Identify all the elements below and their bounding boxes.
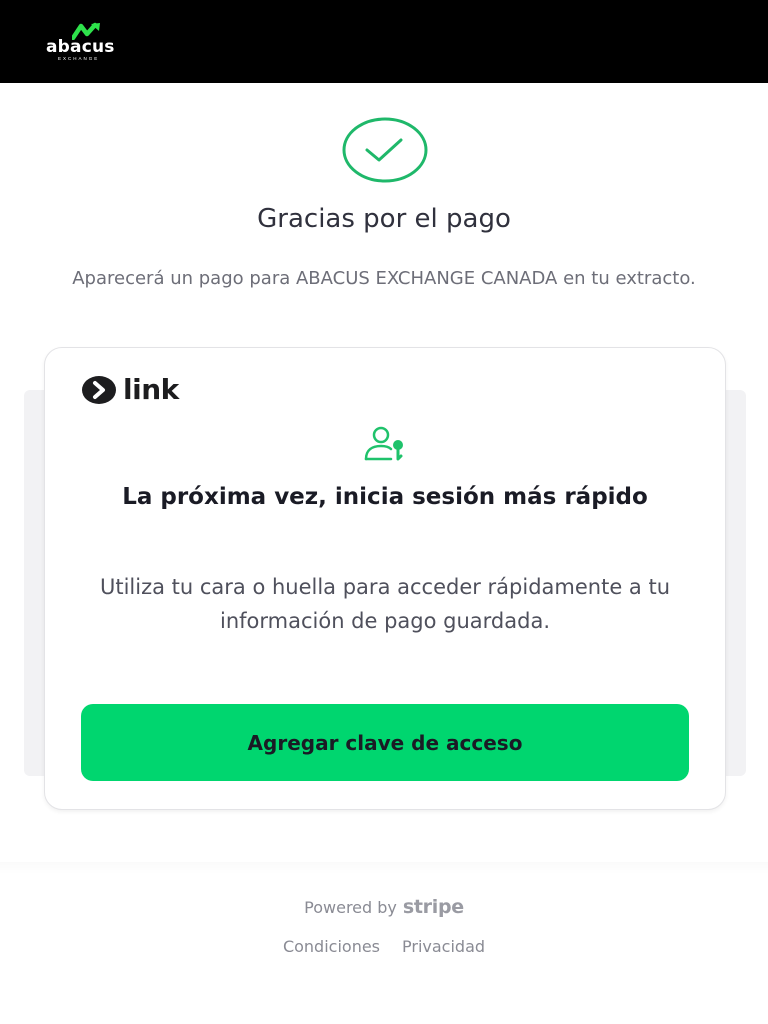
link-card-title: La próxima vez, inicia sesión más rápido — [122, 484, 648, 510]
link-chevron-icon — [82, 376, 116, 404]
footer-links: Condiciones Privacidad — [0, 937, 768, 956]
brand-logo[interactable]: abacus EXCHANGE — [44, 22, 134, 64]
page-title: Gracias por el pago — [257, 204, 511, 234]
link-card-description: Utiliza tu cara o huella para acceder rá… — [99, 575, 671, 633]
top-bar: abacus EXCHANGE — [0, 0, 768, 83]
add-passkey-button[interactable]: Agregar clave de acceso — [81, 704, 689, 781]
person-key-icon — [364, 426, 403, 461]
terms-link[interactable]: Condiciones — [283, 937, 380, 956]
link-logo-text: link — [123, 373, 179, 406]
footer-divider — [0, 862, 768, 874]
stripe-logo: stripe — [402, 896, 464, 918]
privacy-link[interactable]: Privacidad — [402, 937, 485, 956]
statement-message: Aparecerá un pago para ABACUS EXCHANGE C… — [72, 268, 696, 289]
checkmark-icon — [342, 117, 428, 183]
link-card: link La próxima vez, inicia sesión más r… — [44, 347, 726, 810]
powered-by-stripe[interactable]: Powered by stripe — [0, 896, 768, 918]
brand-name: abacus — [46, 37, 115, 57]
powered-by-label: Powered by — [304, 898, 397, 917]
link-logo: link — [81, 374, 179, 406]
brand-subtitle: EXCHANGE — [58, 56, 100, 61]
